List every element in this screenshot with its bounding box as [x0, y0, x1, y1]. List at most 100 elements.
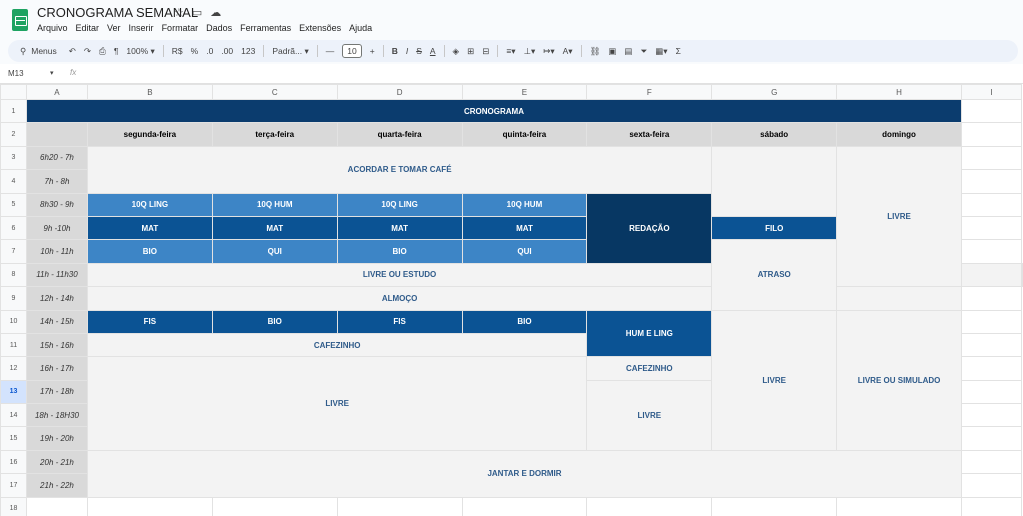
row-header-selected[interactable]: 13 — [0, 379, 27, 405]
cell[interactable] — [961, 145, 1022, 171]
menu-ver[interactable]: Ver — [107, 23, 121, 33]
activity-cell[interactable] — [836, 286, 963, 311]
time-cell[interactable]: 6h20 - 7h — [25, 145, 88, 171]
activity-cell[interactable]: LIVRE OU SIMULADO — [836, 309, 963, 451]
more-formats-button[interactable]: 123 — [241, 46, 255, 56]
time-cell[interactable]: 16h - 17h — [25, 356, 88, 381]
text-rotation-icon[interactable]: A▾ — [563, 46, 573, 57]
time-cell[interactable]: 9h -10h — [25, 215, 88, 241]
activity-cell[interactable]: CAFEZINHO — [86, 332, 588, 358]
column-header[interactable]: D — [336, 84, 463, 100]
activity-cell[interactable]: BIO — [211, 309, 338, 334]
row-header[interactable]: 4 — [0, 169, 27, 194]
chevron-down-icon[interactable]: ▾ — [50, 69, 54, 77]
column-header[interactable]: I — [961, 84, 1022, 100]
cell[interactable] — [961, 98, 1022, 124]
activity-cell[interactable]: LIVRE — [836, 145, 963, 288]
row-header[interactable]: 7 — [0, 239, 27, 264]
activity-cell[interactable]: BIO — [336, 239, 463, 264]
strikethrough-icon[interactable]: S — [416, 46, 422, 56]
merge-cells-icon[interactable]: ⊟ — [482, 46, 489, 57]
insert-comment-icon[interactable]: ▣ — [608, 46, 616, 57]
horizontal-align-icon[interactable]: ≡▾ — [506, 46, 515, 57]
row-header[interactable]: 6 — [0, 215, 27, 241]
insert-link-icon[interactable]: ⛓ — [590, 46, 601, 57]
text-color-icon[interactable]: A — [430, 46, 436, 56]
row-header[interactable]: 3 — [0, 145, 27, 171]
menu-inserir[interactable]: Inserir — [129, 23, 154, 33]
time-cell[interactable]: 11h - 11h30 — [25, 262, 88, 288]
cell[interactable] — [836, 496, 963, 516]
cell[interactable] — [961, 215, 1022, 241]
day-header-cell[interactable]: sexta-feira — [586, 122, 713, 147]
activity-cell[interactable]: LIVRE — [86, 356, 588, 451]
activity-cell[interactable]: 10Q HUM — [211, 192, 338, 217]
activity-cell[interactable]: LIVRE OU ESTUDO — [86, 262, 713, 288]
activity-cell[interactable]: MAT — [86, 215, 213, 241]
cell[interactable] — [336, 496, 463, 516]
sheets-logo-icon[interactable] — [12, 9, 28, 31]
time-cell[interactable]: 8h30 - 9h — [25, 192, 88, 217]
insert-chart-icon[interactable]: ▤ — [624, 46, 632, 57]
activity-cell[interactable]: BIO — [86, 239, 213, 264]
decrease-decimal-button[interactable]: .0 — [206, 46, 213, 56]
cell[interactable] — [961, 379, 1022, 405]
percent-format-button[interactable]: % — [191, 46, 199, 56]
time-cell[interactable]: 10h - 11h — [25, 239, 88, 264]
activity-cell[interactable]: FILO — [711, 215, 838, 241]
column-header[interactable]: E — [461, 84, 588, 100]
day-header-cell[interactable]: segunda-feira — [86, 122, 213, 147]
star-icon[interactable]: ☆ — [174, 6, 184, 19]
time-cell[interactable]: 19h - 20h — [25, 426, 88, 451]
column-header[interactable]: C — [211, 84, 338, 100]
time-cell[interactable]: 17h - 18h — [25, 379, 88, 405]
cell[interactable] — [1021, 262, 1023, 288]
cloud-status-icon[interactable]: ☁ — [210, 6, 221, 19]
undo-icon[interactable]: ↶ — [69, 46, 76, 57]
paint-format-icon[interactable]: ¶ — [114, 46, 119, 56]
cell[interactable] — [461, 496, 588, 516]
font-size-increase-button[interactable]: + — [370, 46, 375, 56]
row-header[interactable]: 8 — [0, 262, 27, 288]
menu-formatar[interactable]: Formatar — [162, 23, 199, 33]
time-cell[interactable]: 15h - 16h — [25, 332, 88, 358]
cell[interactable] — [86, 496, 213, 516]
activity-cell[interactable]: HUM E LING — [586, 309, 713, 358]
activity-cell[interactable]: FIS — [336, 309, 463, 334]
filter-views-icon[interactable]: ▦▾ — [655, 46, 667, 57]
time-cell[interactable]: 21h - 22h — [25, 473, 88, 498]
sheet-table[interactable]: A B C D E F G H I 1 CRONOGRAMA 2 segunda… — [0, 84, 1023, 516]
functions-icon[interactable]: Σ — [676, 46, 681, 56]
redo-icon[interactable]: ↷ — [84, 46, 91, 57]
cell[interactable] — [25, 122, 88, 147]
cell[interactable] — [586, 496, 713, 516]
activity-cell[interactable]: ACORDAR E TOMAR CAFÉ — [86, 145, 713, 194]
cell[interactable] — [961, 169, 1022, 194]
cell[interactable] — [961, 286, 1022, 311]
activity-cell[interactable]: ALMOÇO — [86, 286, 713, 311]
activity-cell[interactable]: 10Q LING — [336, 192, 463, 217]
italic-icon[interactable]: I — [406, 46, 408, 56]
menu-ajuda[interactable]: Ajuda — [349, 23, 372, 33]
row-header[interactable]: 17 — [0, 473, 27, 498]
cell[interactable] — [961, 473, 1022, 498]
cell[interactable] — [211, 496, 338, 516]
cell[interactable] — [961, 356, 1022, 381]
activity-cell[interactable]: LIVRE — [586, 379, 713, 451]
cell[interactable] — [711, 496, 838, 516]
column-header[interactable]: H — [836, 84, 963, 100]
activity-cell[interactable]: REDAÇÃO — [586, 192, 713, 264]
activity-cell[interactable]: 10Q HUM — [461, 192, 588, 217]
menu-editar[interactable]: Editar — [76, 23, 100, 33]
fill-color-icon[interactable]: ◈ — [453, 46, 460, 57]
move-folder-icon[interactable]: ▭ — [192, 6, 202, 19]
menu-arquivo[interactable]: Arquivo — [37, 23, 68, 33]
filter-icon[interactable]: ⏷ — [640, 46, 647, 57]
day-header-cell[interactable]: domingo — [836, 122, 963, 147]
time-cell[interactable]: 18h - 18H30 — [25, 403, 88, 428]
row-header[interactable]: 18 — [0, 496, 27, 516]
row-header[interactable]: 15 — [0, 426, 27, 451]
activity-cell[interactable]: LIVRE — [711, 309, 838, 451]
day-header-cell[interactable]: terça-feira — [211, 122, 338, 147]
name-box[interactable]: M13 — [8, 69, 24, 78]
